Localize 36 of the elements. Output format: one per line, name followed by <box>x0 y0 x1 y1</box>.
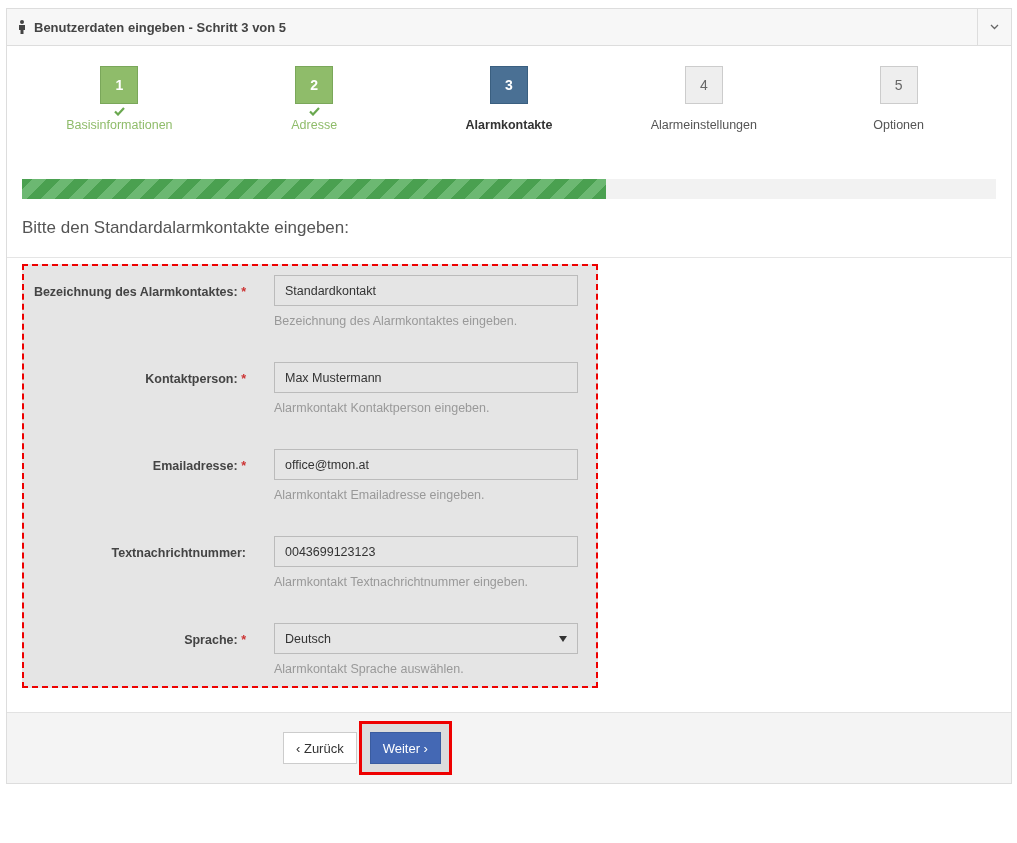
back-button[interactable]: ‹ Zurück <box>283 732 357 764</box>
required-mark: * <box>241 372 246 386</box>
required-mark: * <box>241 285 246 299</box>
check-icon <box>308 106 320 116</box>
input-field[interactable]: Max Mustermann <box>274 362 578 393</box>
step-number[interactable]: 4 <box>684 66 723 104</box>
help-text: Alarmkontakt Textnachrichtnummer eingeben. <box>274 575 530 589</box>
help-text: Alarmkontakt Sprache auswählen. <box>274 662 465 676</box>
check-icon <box>113 106 125 116</box>
required-mark: * <box>241 633 246 647</box>
help-text: Alarmkontakt Kontaktperson eingeben. <box>274 401 491 415</box>
person-icon <box>18 20 26 34</box>
input-field[interactable]: office@tmon.at <box>274 449 578 480</box>
panel-title: Benutzerdaten eingeben - Schritt 3 von 5 <box>34 19 287 35</box>
step-number[interactable]: 3 <box>490 66 528 104</box>
step-number[interactable]: 5 <box>879 66 918 104</box>
next-button[interactable]: Weiter › <box>369 732 441 764</box>
step-label: Alarmkontakte <box>465 118 553 132</box>
field-label: Sprache: <box>184 633 238 647</box>
field-label: Textnachrichtnummer: <box>111 546 246 560</box>
dropdown-arrow-icon <box>559 635 567 642</box>
chevron-down-icon <box>990 24 999 30</box>
field-label: Emailadresse: <box>152 459 238 473</box>
field-label: Kontaktperson: <box>145 372 238 386</box>
step-label: Alarmeinstellungen <box>650 118 757 132</box>
step-label: Adresse <box>291 118 338 132</box>
step-label: Basisinformationen <box>66 118 173 132</box>
input-field[interactable]: 0043699123123 <box>274 536 578 567</box>
input-field[interactable]: Standardkontakt <box>274 275 578 306</box>
help-text: Alarmkontakt Emailadresse eingeben. <box>274 488 486 502</box>
section-heading: Bitte den Standardalarmkontakte eingeben: <box>7 199 1011 258</box>
required-mark: * <box>241 459 246 473</box>
field-label: Bezeichnung des Alarmkontaktes: <box>33 285 238 299</box>
help-text: Bezeichnung des Alarmkontaktes eingeben. <box>274 314 519 328</box>
step-label: Optionen <box>873 118 924 132</box>
language-dropdown[interactable]: Deutsch <box>274 623 578 654</box>
